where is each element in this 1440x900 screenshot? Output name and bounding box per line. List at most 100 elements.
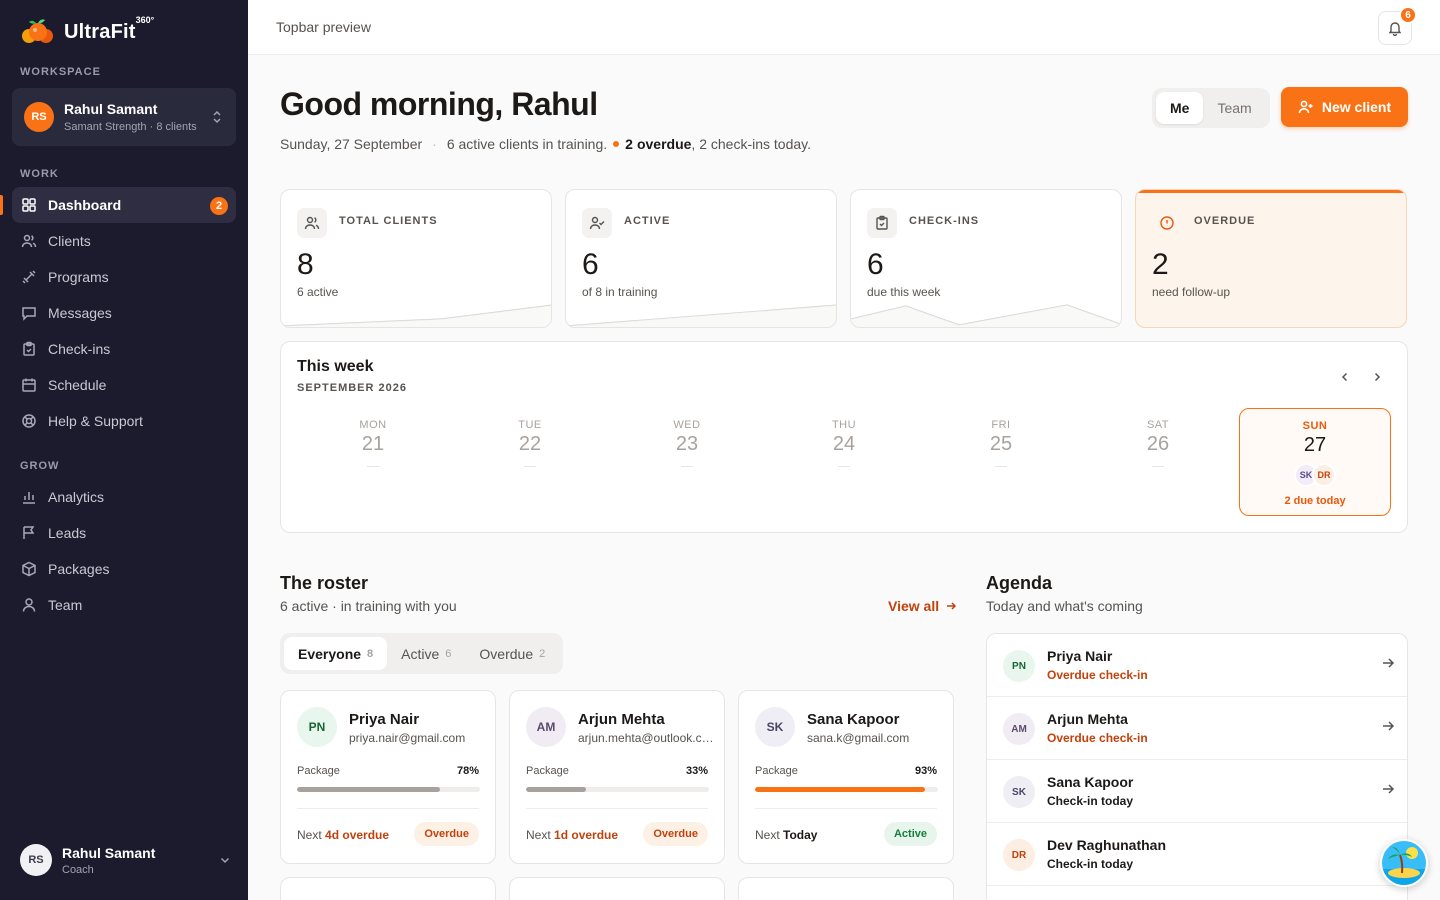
day-cell[interactable]: TUE 22 — [454, 408, 606, 516]
client-email: arjun.mehta@outlook.com — [578, 731, 714, 745]
next-week-button[interactable] — [1366, 366, 1388, 388]
bar-chart-icon — [20, 488, 38, 506]
clipboard-check-icon — [867, 208, 897, 238]
avatar: AM — [1003, 713, 1035, 745]
sidebar-item-leads[interactable]: Leads — [12, 515, 236, 551]
user-check-icon — [582, 208, 612, 238]
day-number: 22 — [518, 433, 542, 455]
stat-card-check-ins[interactable]: CHECK-INS 6 due this week — [850, 189, 1122, 328]
sidebar-item-clients[interactable]: Clients — [12, 223, 236, 259]
brand-logo[interactable]: UltraFit360° — [20, 15, 154, 48]
client-name: Sana Kapoor — [807, 711, 900, 728]
status-badge: Active — [883, 822, 937, 846]
stat-card-active[interactable]: ACTIVE 6 of 8 in training — [565, 189, 837, 328]
sidebar-item-check-ins[interactable]: Check-ins — [12, 331, 236, 367]
chevron-up-down-icon — [210, 110, 224, 124]
agenda-item[interactable]: PN Priya Nair Overdue check-in — [987, 634, 1407, 697]
notifications-button[interactable]: 6 — [1378, 6, 1417, 45]
client-card[interactable] — [280, 877, 496, 900]
week-calendar: This week SEPTEMBER 2026 MON 21 TUE 22 WED… — [280, 341, 1408, 533]
active-summary: 6 active clients in training. — [446, 136, 608, 152]
tab-active[interactable]: Active 6 — [387, 637, 465, 670]
sidebar-item-analytics[interactable]: Analytics — [12, 479, 236, 515]
day-cell-today[interactable]: SUN 27 SK DR 2 due today — [1239, 408, 1391, 516]
day-cell[interactable]: WED 23 — [611, 408, 763, 516]
package-progress-fill — [297, 787, 440, 792]
agenda-client-name: Dev Raghunathan — [1047, 837, 1167, 853]
roster-title: The roster — [280, 573, 369, 593]
dashboard-badge: 2 — [210, 197, 228, 215]
bell-icon — [1387, 20, 1403, 36]
chevron-right-icon — [1370, 370, 1384, 384]
avatar: SK — [1003, 776, 1035, 808]
stat-card-total-clients[interactable]: TOTAL CLIENTS 8 6 active — [280, 189, 552, 328]
day-cell[interactable]: MON 21 — [297, 408, 449, 516]
client-card[interactable]: PN Priya Nair priya.nair@gmail.com Packa… — [280, 690, 496, 864]
view-all-link[interactable]: View all — [888, 598, 957, 614]
status-badge: Overdue — [414, 822, 479, 846]
scope-team-button[interactable]: Team — [1203, 92, 1265, 124]
tab-label: Active — [401, 645, 440, 662]
summary-line: Sunday, 27 September · 6 active clients … — [280, 136, 811, 152]
sidebar-item-help-support[interactable]: Help & Support — [12, 403, 236, 439]
agenda-item[interactable]: DR Dev Raghunathan Check-in today — [987, 823, 1407, 886]
user-name: Rahul Samant — [62, 844, 156, 861]
agenda-item[interactable]: SK Sana Kapoor Check-in today — [987, 760, 1407, 823]
client-card[interactable] — [738, 877, 954, 900]
package-percent: 93% — [914, 765, 937, 777]
flag-icon — [20, 524, 38, 542]
sidebar-item-label: Packages — [48, 561, 110, 577]
tab-everyone[interactable]: Everyone 8 — [284, 637, 388, 670]
due-count-text: 2 due today — [1284, 495, 1346, 507]
workspace-switcher[interactable]: RS Rahul Samant Samant Strength · 8 clie… — [12, 88, 236, 146]
avatar: AM — [526, 707, 566, 747]
sidebar-item-label: Team — [48, 597, 83, 613]
sparkline — [566, 304, 836, 327]
tab-count: 2 — [539, 647, 546, 660]
view-all-label: View all — [888, 598, 940, 614]
divider — [297, 808, 479, 809]
sidebar-item-label: Messages — [48, 305, 112, 321]
next-label: Next — [755, 828, 780, 842]
user-role: Coach — [62, 863, 94, 876]
avatar: DR — [1312, 463, 1336, 487]
day-empty-marker — [367, 466, 379, 467]
stat-value: 8 — [297, 248, 314, 281]
agenda-item[interactable]: AM Arjun Mehta Overdue check-in — [987, 697, 1407, 760]
stat-label: CHECK-INS — [909, 215, 980, 227]
sidebar-item-dashboard[interactable]: Dashboard 2 — [0, 187, 236, 223]
sidebar-item-messages[interactable]: Messages — [12, 295, 236, 331]
sidebar-item-programs[interactable]: Programs — [12, 259, 236, 295]
scope-me-button[interactable]: Me — [1156, 92, 1204, 124]
client-card[interactable]: SK Sana Kapoor sana.k@gmail.com Package … — [738, 690, 954, 864]
next-value: 4d overdue — [325, 828, 390, 842]
client-name: Arjun Mehta — [578, 711, 665, 728]
summary-separator: · — [432, 136, 437, 152]
stat-value: 6 — [867, 248, 884, 281]
stat-card-overdue[interactable]: OVERDUE 2 need follow-up — [1135, 189, 1407, 328]
package-progress-bar — [526, 787, 709, 792]
day-cell[interactable]: FRI 25 — [925, 408, 1077, 516]
roster-subtitle: 6 active · in training with you — [280, 598, 457, 614]
user-menu[interactable]: RS Rahul Samant Coach — [20, 844, 232, 876]
client-card[interactable]: AM Arjun Mehta arjun.mehta@outlook.com P… — [509, 690, 725, 864]
prev-week-button[interactable] — [1334, 366, 1356, 388]
day-cell[interactable]: THU 24 — [768, 408, 920, 516]
client-card[interactable] — [509, 877, 725, 900]
package-icon — [20, 560, 38, 578]
sparkline — [281, 304, 551, 327]
day-cell[interactable]: SAT 26 — [1082, 408, 1234, 516]
tab-overdue[interactable]: Overdue 2 — [465, 637, 559, 670]
new-client-button[interactable]: New client — [1281, 87, 1408, 127]
sidebar-item-schedule[interactable]: Schedule — [12, 367, 236, 403]
stat-value: 6 — [582, 248, 599, 281]
next-value: Today — [783, 828, 818, 842]
floating-assistant-button[interactable] — [1380, 839, 1428, 887]
week-title: This week — [297, 358, 374, 375]
beach-island-icon — [1382, 841, 1426, 885]
alert-circle-icon — [1152, 208, 1182, 238]
notification-count-badge: 6 — [1399, 6, 1417, 24]
day-name: SUN — [1302, 420, 1328, 432]
sidebar-item-team[interactable]: Team — [12, 587, 236, 623]
sidebar-item-packages[interactable]: Packages — [12, 551, 236, 587]
